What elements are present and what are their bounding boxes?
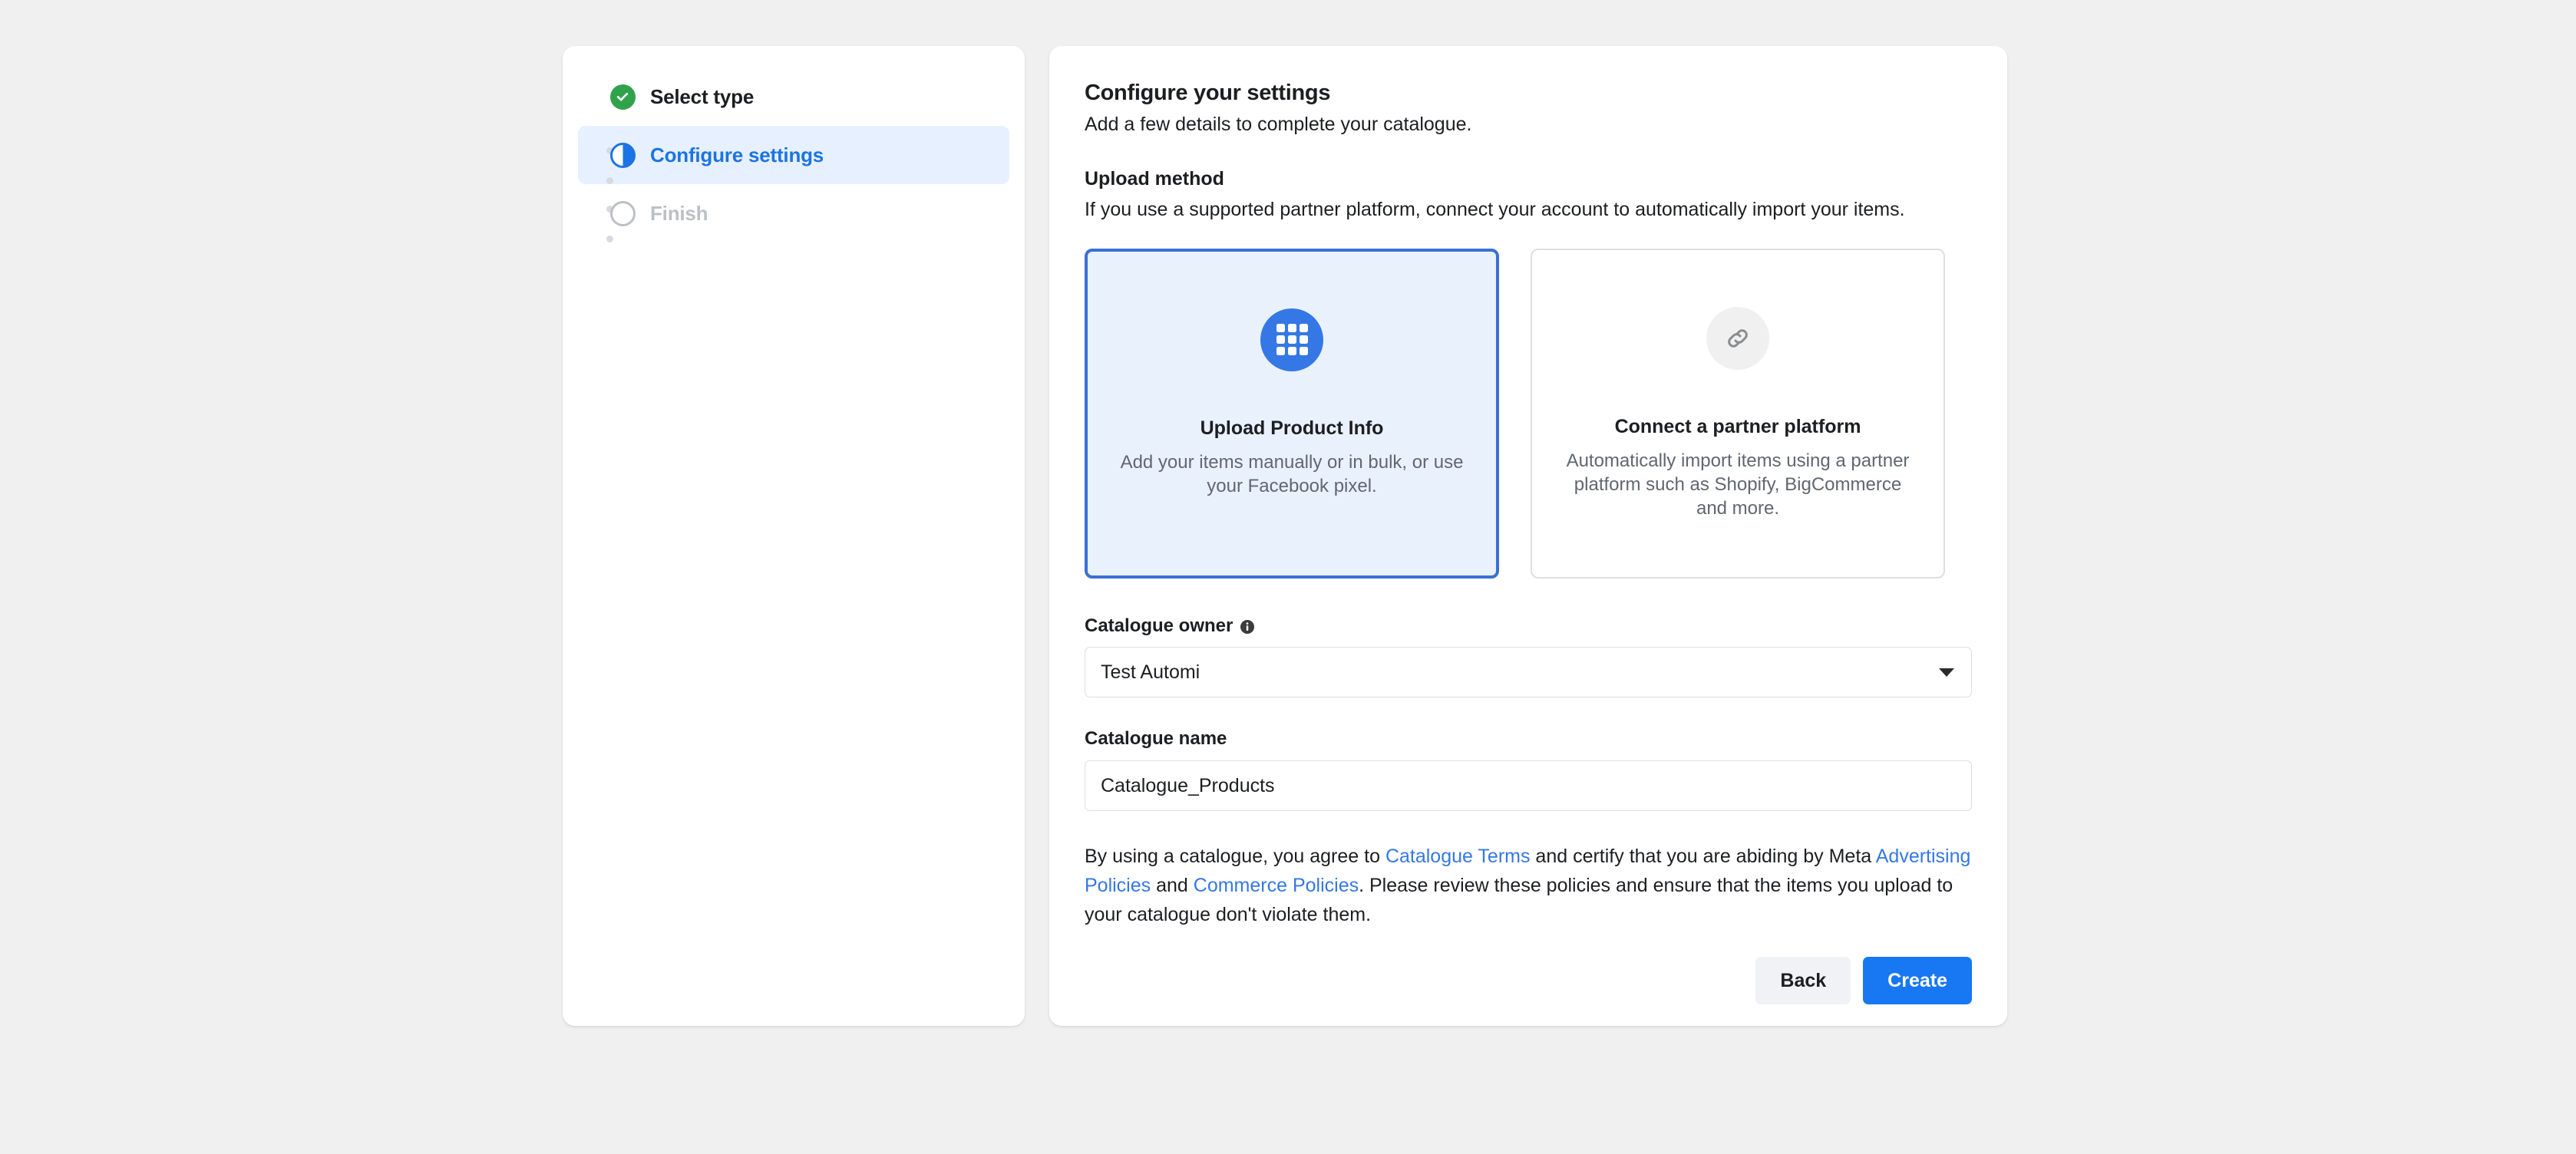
catalogue-owner-value: Test Automi xyxy=(1101,661,1200,683)
page-root: Select type Configure settings Finish Co… xyxy=(0,0,2576,1154)
catalogue-name-label-text: Catalogue name xyxy=(1085,728,1227,750)
option-card-description: Automatically import items using a partn… xyxy=(1566,450,1910,519)
link-icon xyxy=(1706,306,1769,370)
upload-method-options: Upload Product Info Add your items manua… xyxy=(1085,248,1972,579)
upload-method-heading: Upload method xyxy=(1085,168,1224,190)
back-button[interactable]: Back xyxy=(1755,957,1851,1005)
grid-icon xyxy=(1260,308,1323,371)
info-icon[interactable] xyxy=(1240,618,1255,634)
create-button[interactable]: Create xyxy=(1863,957,1972,1005)
settings-panel: Configure your settings Add a few detail… xyxy=(1049,46,2007,1026)
stepper-item-finish[interactable]: Finish xyxy=(578,184,1009,242)
catalogue-owner-label-text: Catalogue owner xyxy=(1085,615,1234,636)
legal-part-3: and xyxy=(1151,875,1194,897)
half-circle-icon xyxy=(609,141,636,169)
stepper-item-select-type[interactable]: Select type xyxy=(578,68,1009,126)
upload-method-description: If you use a supported partner platform,… xyxy=(1085,199,1905,221)
option-card-title: Connect a partner platform xyxy=(1614,415,1861,437)
catalogue-name-input[interactable]: Catalogue_Products xyxy=(1085,760,1972,812)
check-circle-icon xyxy=(609,83,636,110)
empty-circle-icon xyxy=(609,199,636,227)
stepper-panel: Select type Configure settings Finish xyxy=(563,46,1025,1026)
stepper-list: Select type Configure settings Finish xyxy=(563,68,1025,242)
legal-disclaimer: By using a catalogue, you agree to Catal… xyxy=(1085,842,1972,929)
legal-part-2: and certify that you are abiding by Meta xyxy=(1530,846,1876,868)
page-title: Configure your settings xyxy=(1085,81,1331,105)
catalogue-name-label: Catalogue name xyxy=(1085,728,1972,750)
stepper-item-label: Configure settings xyxy=(650,143,824,167)
option-card-description: Add your items manually or in bulk, or u… xyxy=(1120,451,1464,496)
connector-dot xyxy=(606,236,613,242)
stepper-item-label: Finish xyxy=(650,202,708,225)
chevron-down-icon xyxy=(1939,668,1954,677)
catalogue-owner-label: Catalogue owner xyxy=(1085,615,1972,638)
footer-actions: Back Create xyxy=(1085,957,1972,1005)
option-card-upload-product-info[interactable]: Upload Product Info Add your items manua… xyxy=(1085,248,1499,579)
catalogue-name-value: Catalogue_Products xyxy=(1101,774,1275,796)
stepper-item-configure-settings[interactable]: Configure settings xyxy=(578,126,1009,184)
commerce-policies-link[interactable]: Commerce Policies xyxy=(1194,875,1359,896)
connector-dot xyxy=(606,177,613,184)
legal-part-1: By using a catalogue, you agree to xyxy=(1085,846,1385,868)
stepper-item-label: Select type xyxy=(650,85,755,108)
option-card-title: Upload Product Info xyxy=(1200,417,1384,439)
catalogue-terms-link[interactable]: Catalogue Terms xyxy=(1385,846,1531,867)
option-card-connect-partner-platform[interactable]: Connect a partner platform Automatically… xyxy=(1531,248,1945,579)
page-subtitle: Add a few details to complete your catal… xyxy=(1085,113,1472,135)
catalogue-owner-select[interactable]: Test Automi xyxy=(1085,647,1972,698)
